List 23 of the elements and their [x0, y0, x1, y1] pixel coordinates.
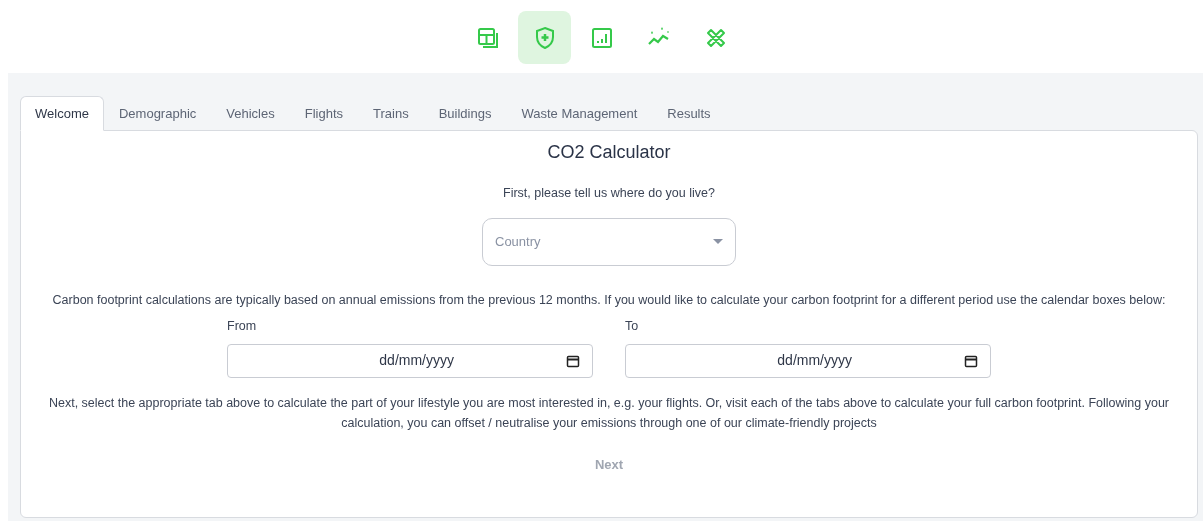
tab[interactable]: Flights	[289, 96, 358, 131]
calendar-icon	[964, 353, 978, 368]
date-label: From	[227, 317, 258, 335]
tab[interactable]: Welcome	[20, 96, 104, 131]
date-field[interactable]: dd/mm/yyyy	[227, 343, 593, 378]
calendar-icon	[566, 353, 580, 368]
tab[interactable]: Vehicles	[211, 96, 290, 131]
tab[interactable]: Demographic	[103, 96, 212, 131]
country-select[interactable]: Country	[482, 217, 736, 266]
tab[interactable]: Trains	[358, 96, 424, 131]
next-note: Next, select the appropriate tab above to calculate the part of your lifestyle you are most interested in, e.g. your flights. Or, visit each of the tabs above to calculate your full carbon footprint. Following your calculation, you can offset / neutralise your emissions through one of our climate-friendly projects	[47, 394, 1170, 432]
dropdown-caret-icon	[713, 238, 723, 245]
tab[interactable]: Buildings	[423, 96, 507, 131]
question-text: First, please tell us where do you live?	[503, 185, 715, 202]
date-label: To	[625, 317, 640, 335]
tab[interactable]: Results	[652, 96, 726, 131]
tab[interactable]: Waste Management	[506, 96, 653, 131]
toolbar-button[interactable]	[518, 11, 571, 64]
period-note: Carbon footprint calculations are typically based on annual emissions from the previous 12 months. If you would like to calculate your carbon footprint for a different period use the calendar boxes below:	[52, 291, 1166, 309]
page-title: CO2 Calculator	[547, 141, 671, 164]
bar-chart-icon	[589, 25, 614, 50]
date-field[interactable]: dd/mm/yyyy	[625, 343, 991, 378]
layout-icon	[475, 25, 500, 50]
